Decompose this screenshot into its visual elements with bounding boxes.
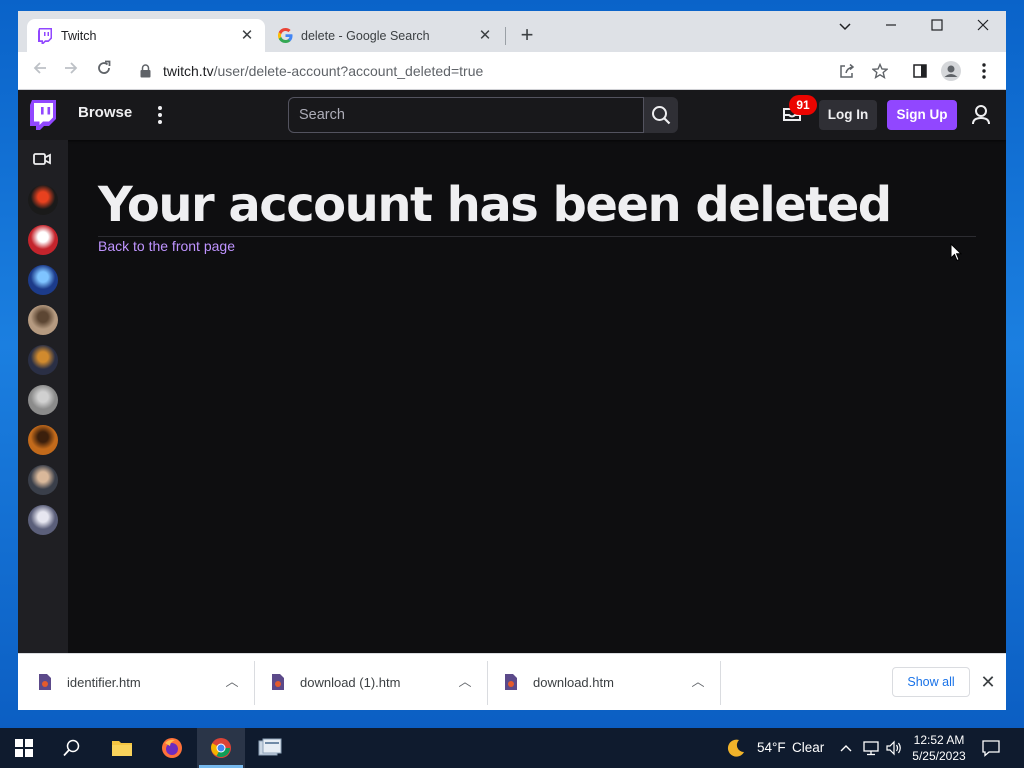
download-item[interactable]: identifier.htm ︿ [18, 661, 250, 703]
search-icon [652, 106, 671, 125]
address-bar[interactable]: twitch.tv/user/delete-account?account_de… [128, 56, 898, 86]
bookmark-star-icon[interactable] [869, 60, 891, 82]
followed-channel-avatar[interactable] [28, 305, 58, 335]
windows-logo-icon [15, 739, 33, 757]
system-clock[interactable]: 12:52 AM 5/25/2023 [906, 732, 972, 764]
clock-time: 12:52 AM [913, 733, 965, 747]
desktop-edge [0, 0, 18, 90]
main-content: Your account has been deleted Back to th… [98, 176, 976, 256]
weather-moon-icon[interactable] [726, 738, 746, 758]
reload-button[interactable] [92, 59, 116, 83]
chevron-up-icon[interactable]: ︿ [688, 672, 708, 692]
folder-icon [112, 741, 132, 756]
notification-badge: 91 [789, 95, 817, 115]
network-icon[interactable] [861, 738, 881, 758]
tab-strip: Twitch ✕ delete - Google Search ✕ + [18, 11, 1006, 52]
chevron-up-icon[interactable]: ︿ [455, 672, 475, 692]
tab-title: Twitch [61, 28, 97, 43]
followed-channel-avatar[interactable] [28, 345, 58, 375]
download-filename: identifier.htm [67, 674, 141, 690]
htm-file-icon [38, 674, 52, 690]
browser-window: Twitch ✕ delete - Google Search ✕ + twit… [18, 11, 1006, 710]
clock-date: 5/25/2023 [912, 749, 966, 763]
search-button[interactable] [644, 97, 678, 133]
download-filename: download.htm [533, 674, 614, 690]
followed-channels-camera-icon[interactable] [33, 152, 53, 168]
twitch-top-nav: Browse Search 91 Log In Sign Up [18, 90, 1006, 140]
more-options-icon[interactable] [152, 104, 168, 126]
chrome-button[interactable] [197, 728, 245, 768]
lock-icon[interactable] [140, 64, 152, 78]
page-title: Your account has been deleted [98, 177, 892, 233]
firefox-button[interactable] [148, 728, 196, 768]
more-menu-icon[interactable] [973, 60, 995, 82]
side-panel-icon[interactable] [909, 60, 931, 82]
app-window-button[interactable] [246, 728, 294, 768]
followed-channel-avatar[interactable] [28, 505, 58, 535]
taskbar: 54°F Clear 12:52 AM 5/25/2023 [0, 728, 1024, 768]
signup-button[interactable]: Sign Up [887, 100, 957, 130]
google-favicon-icon [277, 28, 293, 44]
url-text: twitch.tv/user/delete-account?account_de… [163, 63, 484, 79]
download-item[interactable]: download (1).htm ︿ [251, 661, 483, 703]
app-window-icon [258, 738, 282, 756]
back-to-front-page-link[interactable]: Back to the front page [98, 238, 235, 254]
search-icon [63, 739, 80, 757]
htm-file-icon [504, 674, 518, 690]
login-button[interactable]: Log In [819, 100, 877, 130]
search-taskbar-button[interactable] [48, 728, 96, 768]
firefox-icon [162, 738, 182, 758]
user-menu-icon[interactable] [971, 104, 991, 126]
close-window-button[interactable] [968, 15, 998, 37]
tab-separator [505, 27, 506, 45]
divider [98, 236, 976, 237]
new-tab-button[interactable]: + [515, 24, 539, 48]
tab-close-icon[interactable]: ✕ [477, 27, 493, 44]
back-button[interactable] [28, 59, 52, 83]
chrome-icon [211, 738, 231, 758]
browser-toolbar: twitch.tv/user/delete-account?account_de… [18, 52, 1006, 90]
side-nav [18, 140, 68, 653]
forward-button[interactable] [59, 59, 83, 83]
browse-link[interactable]: Browse [78, 104, 132, 121]
divider [720, 661, 721, 705]
tab-title: delete - Google Search [301, 28, 430, 43]
minimize-button[interactable] [876, 15, 906, 37]
weather-condition[interactable]: Clear [792, 728, 824, 768]
chevron-up-icon[interactable] [836, 738, 856, 758]
htm-file-icon [271, 674, 285, 690]
close-shelf-icon[interactable]: ✕ [978, 672, 998, 692]
weather-temperature[interactable]: 54°F [757, 728, 786, 768]
start-button[interactable] [0, 728, 48, 768]
download-item[interactable]: download.htm ︿ [484, 661, 716, 703]
followed-channel-avatar[interactable] [28, 225, 58, 255]
show-all-button[interactable]: Show all [892, 667, 970, 697]
maximize-button[interactable] [922, 15, 952, 37]
tab-close-icon[interactable]: ✕ [239, 27, 255, 44]
twitch-page: Browse Search 91 Log In Sign Up Your acc… [18, 90, 1006, 653]
followed-channel-avatar[interactable] [28, 265, 58, 295]
share-icon[interactable] [836, 60, 858, 82]
followed-channel-avatar[interactable] [28, 385, 58, 415]
twitch-logo-icon[interactable] [30, 100, 56, 130]
notification-center-icon[interactable] [981, 738, 1001, 758]
volume-icon[interactable] [884, 738, 904, 758]
download-filename: download (1).htm [300, 674, 401, 690]
followed-channel-avatar[interactable] [28, 185, 58, 215]
downloads-shelf: identifier.htm ︿ download (1).htm ︿ down… [18, 653, 1006, 710]
twitch-favicon-icon [37, 27, 53, 44]
chevron-up-icon[interactable]: ︿ [222, 672, 242, 692]
file-explorer-button[interactable] [98, 728, 146, 768]
tab-google-search[interactable]: delete - Google Search ✕ [267, 19, 503, 52]
tab-twitch[interactable]: Twitch ✕ [27, 19, 265, 52]
followed-channel-avatar[interactable] [28, 465, 58, 495]
tab-search-icon[interactable] [830, 15, 860, 37]
profile-avatar-icon[interactable] [940, 60, 962, 82]
search-input[interactable]: Search [288, 97, 644, 133]
followed-channel-avatar[interactable] [28, 425, 58, 455]
mouse-cursor-icon [950, 243, 962, 262]
